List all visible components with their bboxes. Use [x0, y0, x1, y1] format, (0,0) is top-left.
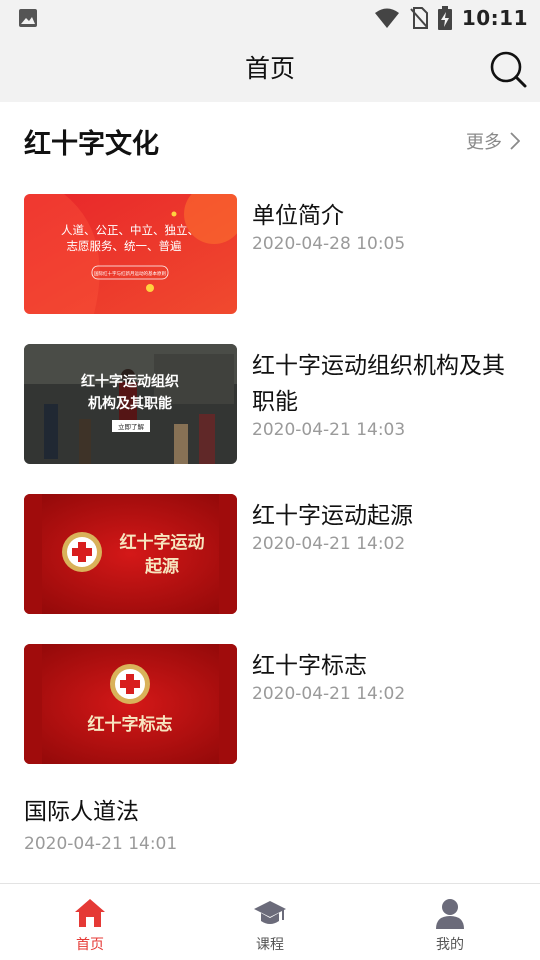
article-item[interactable]: 红十字运动 起源 红十字运动起源 2020-04-21 14:02	[24, 494, 520, 614]
chevron-right-icon	[510, 132, 520, 150]
no-sim-icon	[410, 7, 428, 29]
thumb-text-line: 红十字运动组织	[81, 373, 179, 390]
article-title: 国际人道法	[24, 799, 139, 825]
article-thumbnail: 红十字运动组织 机构及其职能 立即了解	[24, 344, 237, 464]
search-icon[interactable]	[488, 49, 528, 89]
bottom-tab-bar: 首页 课程 我的	[0, 883, 540, 960]
section-title: 红十字文化	[24, 129, 159, 160]
wifi-icon	[374, 8, 399, 28]
article-title: 单位简介	[252, 203, 344, 229]
thumb-text-line: 红十字标志	[88, 714, 173, 735]
article-title: 红十字运动组织机构及其职能	[252, 353, 505, 415]
article-date: 2020-04-21 14:03	[252, 420, 406, 440]
article-title: 红十字标志	[252, 653, 367, 679]
tab-profile[interactable]: 我的	[360, 884, 540, 960]
battery-charging-icon	[437, 6, 452, 30]
more-label: 更多	[466, 132, 502, 153]
more-button[interactable]: 更多	[466, 128, 520, 154]
article-date: 2020-04-21 14:02	[252, 684, 406, 704]
thumb-text-line: 志愿服务、统一、普遍	[67, 239, 182, 253]
thumb-button-text: 国际红十字与红新月运动的基本原则	[94, 270, 166, 277]
thumb-text-line: 起源	[144, 556, 179, 577]
article-item[interactable]: 红十字标志 红十字标志 2020-04-21 14:02	[24, 644, 520, 764]
image-icon	[19, 9, 37, 27]
article-date: 2020-04-21 14:02	[252, 534, 406, 554]
thumb-button-text: 立即了解	[118, 422, 145, 431]
article-title: 红十字运动起源	[252, 503, 413, 529]
thumb-text-line: 机构及其职能	[88, 395, 172, 412]
tab-label: 首页	[76, 937, 104, 953]
user-icon	[436, 899, 464, 929]
article-thumbnail: 人道、公正、中立、独立、 志愿服务、统一、普遍 国际红十字与红新月运动的基本原则	[24, 194, 237, 314]
article-item[interactable]: 国际人道法 2020-04-21 14:01	[24, 794, 520, 854]
article-thumbnail: 红十字标志	[24, 644, 237, 764]
app-bar: 首页	[0, 36, 540, 102]
home-icon	[75, 899, 105, 927]
tab-courses[interactable]: 课程	[180, 884, 360, 960]
tab-label: 课程	[256, 937, 284, 953]
page-title: 首页	[244, 54, 295, 83]
status-bar: 10:11	[0, 0, 540, 36]
article-thumbnail: 红十字运动 起源	[24, 494, 237, 614]
article-date: 2020-04-21 14:01	[24, 834, 178, 854]
tab-label: 我的	[436, 937, 464, 953]
status-time: 10:11	[461, 6, 528, 30]
article-item[interactable]: 红十字运动组织 机构及其职能 立即了解 红十字运动组织机构及其职能 2020-0…	[24, 344, 520, 464]
section-header: 红十字文化 更多	[0, 102, 540, 182]
article-item[interactable]: 人道、公正、中立、独立、 志愿服务、统一、普遍 国际红十字与红新月运动的基本原则…	[24, 194, 520, 314]
thumb-text-line: 人道、公正、中立、独立、	[61, 223, 199, 237]
graduation-cap-icon	[254, 901, 286, 924]
article-date: 2020-04-28 10:05	[252, 234, 406, 254]
thumb-text-line: 红十字运动	[120, 532, 205, 553]
tab-home[interactable]: 首页	[0, 884, 180, 960]
